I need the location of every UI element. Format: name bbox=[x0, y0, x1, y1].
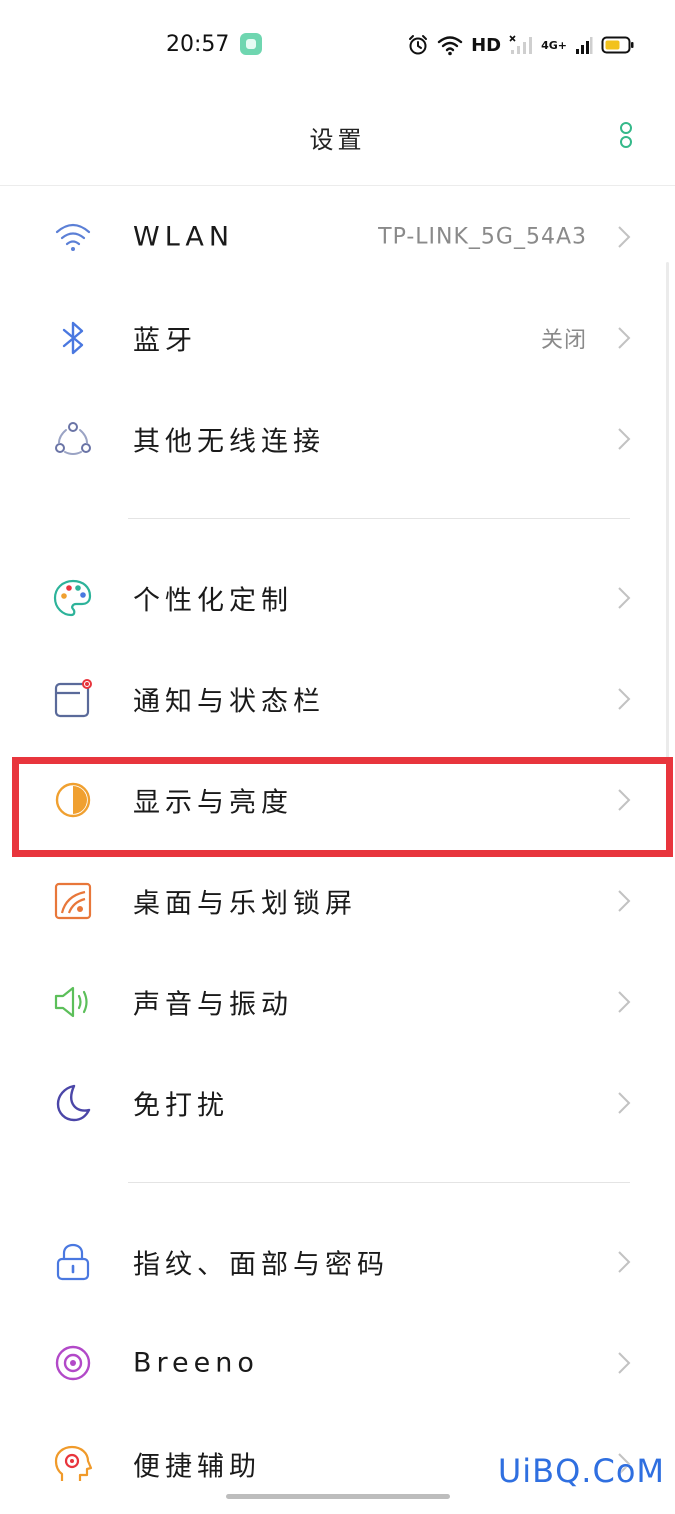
chevron-right-icon bbox=[618, 1091, 631, 1114]
home-indicator[interactable] bbox=[226, 1494, 450, 1499]
settings-item-label: 显示与亮度 bbox=[133, 787, 293, 818]
settings-item-label: WLAN bbox=[133, 221, 235, 252]
settings-item-label: 桌面与乐划锁屏 bbox=[133, 888, 357, 919]
title-bar: 设置 bbox=[0, 90, 675, 186]
settings-item-label: 个性化定制 bbox=[133, 585, 293, 616]
settings-item-display-brightness[interactable]: 显示与亮度 bbox=[0, 749, 675, 850]
chevron-right-icon bbox=[618, 990, 631, 1013]
settings-item-breeno[interactable]: Breeno bbox=[0, 1312, 675, 1413]
settings-item-home-lockscreen[interactable]: 桌面与乐划锁屏 bbox=[0, 850, 675, 951]
notification-icon bbox=[54, 678, 92, 717]
settings-item-label: 蓝牙 bbox=[133, 325, 197, 356]
group-gap bbox=[0, 1153, 675, 1182]
connection-icon bbox=[55, 421, 91, 455]
chevron-right-icon bbox=[618, 889, 631, 912]
settings-item-other-wireless[interactable]: 其他无线连接 bbox=[0, 388, 675, 489]
network-type-label: 4G+ bbox=[541, 38, 567, 52]
settings-item-label: 免打扰 bbox=[133, 1090, 229, 1121]
group-gap bbox=[0, 489, 675, 518]
signal-1-icon bbox=[509, 35, 533, 54]
wifi-status-icon bbox=[437, 36, 463, 56]
chevron-right-icon bbox=[618, 225, 631, 248]
chevron-right-icon bbox=[618, 427, 631, 450]
alarm-icon bbox=[409, 35, 428, 55]
breeno-icon bbox=[55, 1345, 91, 1380]
chevron-right-icon bbox=[618, 326, 631, 349]
chevron-right-icon bbox=[618, 1250, 631, 1273]
watermark: UiBQ.CoM bbox=[497, 1452, 665, 1490]
hd-label: HD bbox=[471, 34, 502, 56]
status-time: 20:57 bbox=[166, 32, 230, 57]
status-bar: 20:57 HD 4G+ bbox=[0, 0, 675, 90]
brightness-icon bbox=[55, 782, 91, 817]
lock-icon bbox=[56, 1243, 90, 1280]
settings-item-sound-vibration[interactable]: 声音与振动 bbox=[0, 951, 675, 1052]
settings-item-notifications[interactable]: 通知与状态栏 bbox=[0, 648, 675, 749]
more-dot-icon bbox=[620, 136, 632, 148]
settings-item-do-not-disturb[interactable]: 免打扰 bbox=[0, 1052, 675, 1153]
settings-item-security[interactable]: 指纹、面部与密码 bbox=[0, 1211, 675, 1312]
signal-2-icon bbox=[576, 37, 593, 54]
settings-item-label: 其他无线连接 bbox=[133, 426, 325, 457]
wallpaper-icon bbox=[54, 882, 92, 919]
palette-icon bbox=[53, 579, 92, 616]
chevron-right-icon bbox=[618, 586, 631, 609]
settings-item-wlan[interactable]: WLAN TP-LINK_5G_54A3 bbox=[0, 186, 675, 287]
chevron-right-icon bbox=[618, 788, 631, 811]
assist-icon bbox=[54, 1445, 93, 1481]
group-gap bbox=[0, 1183, 675, 1211]
settings-item-label: 指纹、面部与密码 bbox=[133, 1249, 389, 1280]
app-notification-icon bbox=[240, 33, 262, 55]
status-icons: HD 4G+ bbox=[407, 30, 635, 60]
battery-icon bbox=[601, 36, 634, 54]
settings-item-label: 便捷辅助 bbox=[133, 1451, 261, 1482]
more-dot-icon bbox=[620, 122, 632, 134]
chevron-right-icon bbox=[618, 1351, 631, 1374]
settings-item-personalization[interactable]: 个性化定制 bbox=[0, 547, 675, 648]
speaker-icon bbox=[54, 986, 88, 1017]
settings-item-label: 声音与振动 bbox=[133, 989, 293, 1020]
settings-item-label: 通知与状态栏 bbox=[133, 686, 325, 717]
settings-item-label: Breeno bbox=[133, 1347, 259, 1378]
page-title: 设置 bbox=[309, 126, 366, 154]
moon-icon bbox=[56, 1084, 91, 1121]
more-options-button[interactable] bbox=[617, 122, 633, 152]
group-gap bbox=[0, 519, 675, 547]
settings-item-bluetooth[interactable]: 蓝牙 关闭 bbox=[0, 287, 675, 388]
wifi-icon bbox=[55, 223, 91, 251]
bluetooth-icon bbox=[62, 321, 84, 354]
settings-item-value: 关闭 bbox=[540, 327, 587, 353]
settings-item-value: TP-LINK_5G_54A3 bbox=[378, 224, 587, 249]
settings-list: WLAN TP-LINK_5G_54A3 蓝牙 关闭 其他无线连接 个性化定制 … bbox=[0, 186, 675, 1514]
chevron-right-icon bbox=[618, 687, 631, 710]
